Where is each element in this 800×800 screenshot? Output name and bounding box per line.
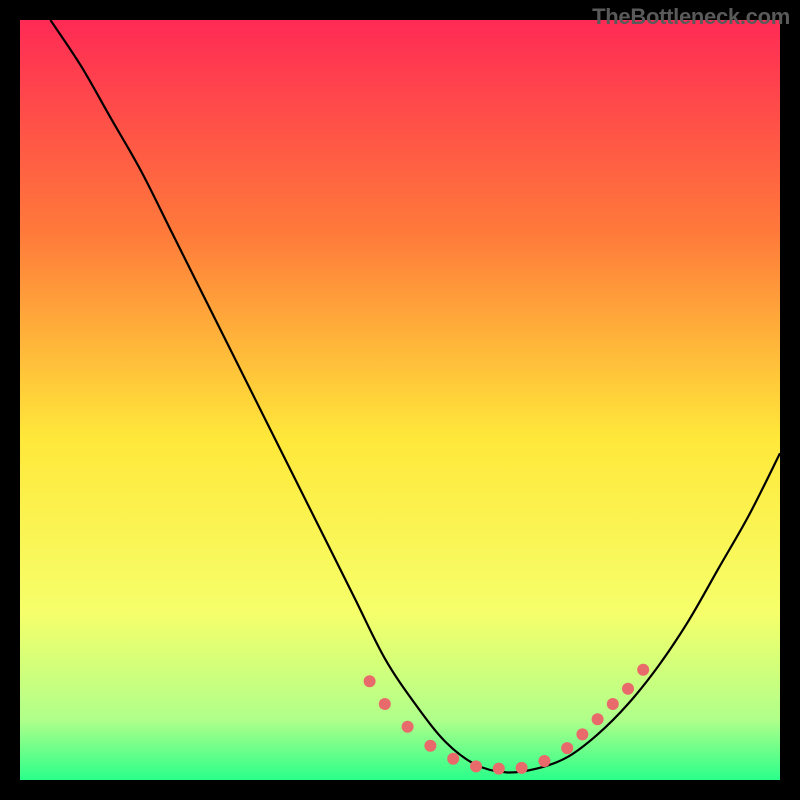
data-marker (493, 763, 505, 775)
data-marker (470, 760, 482, 772)
data-marker (402, 721, 414, 733)
data-marker (592, 713, 604, 725)
data-marker (364, 675, 376, 687)
plot-area (20, 20, 780, 780)
data-marker (622, 683, 634, 695)
data-marker (637, 664, 649, 676)
data-marker (561, 742, 573, 754)
gradient-background (20, 20, 780, 780)
data-marker (379, 698, 391, 710)
chart-container: TheBottleneck.com (0, 0, 800, 800)
data-marker (576, 728, 588, 740)
data-marker (516, 762, 528, 774)
watermark-text: TheBottleneck.com (592, 4, 790, 30)
data-marker (424, 740, 436, 752)
data-marker (607, 698, 619, 710)
data-marker (447, 753, 459, 765)
chart-svg (20, 20, 780, 780)
data-marker (538, 755, 550, 767)
